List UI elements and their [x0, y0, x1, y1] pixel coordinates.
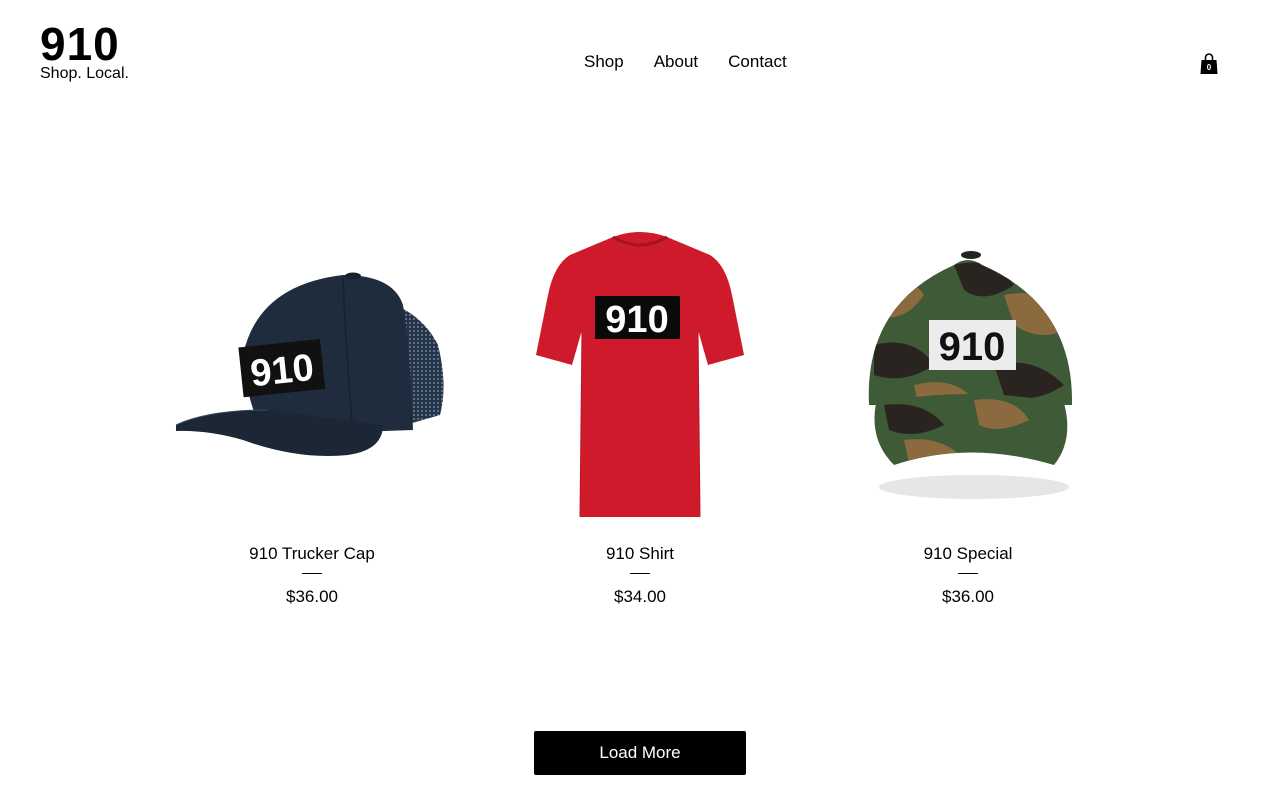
- camo-cap-image: 910: [868, 251, 1073, 499]
- logo-tagline: Shop. Local.: [40, 65, 129, 82]
- product-price: $34.00: [614, 587, 666, 606]
- product-price: $36.00: [942, 587, 994, 606]
- nav-shop[interactable]: Shop: [584, 52, 624, 72]
- logo-link[interactable]: 910 Shop. Local.: [40, 18, 129, 82]
- product-card-camo-cap[interactable]: 910 910 Special $36.00: [804, 225, 1132, 607]
- shirt-print-text: 910: [605, 299, 668, 341]
- product-image-shirt[interactable]: 910: [476, 225, 804, 525]
- camo-cap-patch-text: 910: [939, 325, 1006, 369]
- trucker-cap-image: 910: [175, 272, 444, 456]
- product-image-trucker-cap[interactable]: 910: [148, 225, 476, 525]
- nav-contact[interactable]: Contact: [728, 52, 787, 72]
- product-card-trucker-cap[interactable]: 910 910 Trucker Cap $36.00: [148, 225, 476, 607]
- divider: [630, 573, 650, 574]
- product-price: $36.00: [286, 587, 338, 606]
- logo-title: 910: [40, 18, 120, 70]
- cart-button[interactable]: 0: [1199, 52, 1219, 76]
- cart-count: 0: [1206, 63, 1212, 72]
- product-name: 910 Shirt: [605, 544, 675, 563]
- nav-about[interactable]: About: [654, 52, 698, 72]
- product-name: 910 Special: [923, 544, 1013, 563]
- divider: [958, 573, 978, 574]
- product-name: 910 Trucker Cap: [249, 544, 375, 563]
- load-more-button[interactable]: Load More: [534, 731, 746, 775]
- product-card-shirt[interactable]: 910 910 Shirt $34.00: [476, 225, 804, 607]
- product-image-camo-cap[interactable]: 910: [804, 225, 1132, 525]
- trucker-cap-patch-text: 910: [248, 347, 315, 395]
- product-grid: 910 910 Trucker Cap $36.00 910 910 Shirt…: [148, 225, 1132, 607]
- main-nav: Shop About Contact: [584, 52, 787, 72]
- divider: [302, 573, 322, 574]
- red-shirt-image: 910: [536, 232, 744, 518]
- page: 910 Shop. Local. Shop About Contact 0 91…: [0, 0, 1280, 800]
